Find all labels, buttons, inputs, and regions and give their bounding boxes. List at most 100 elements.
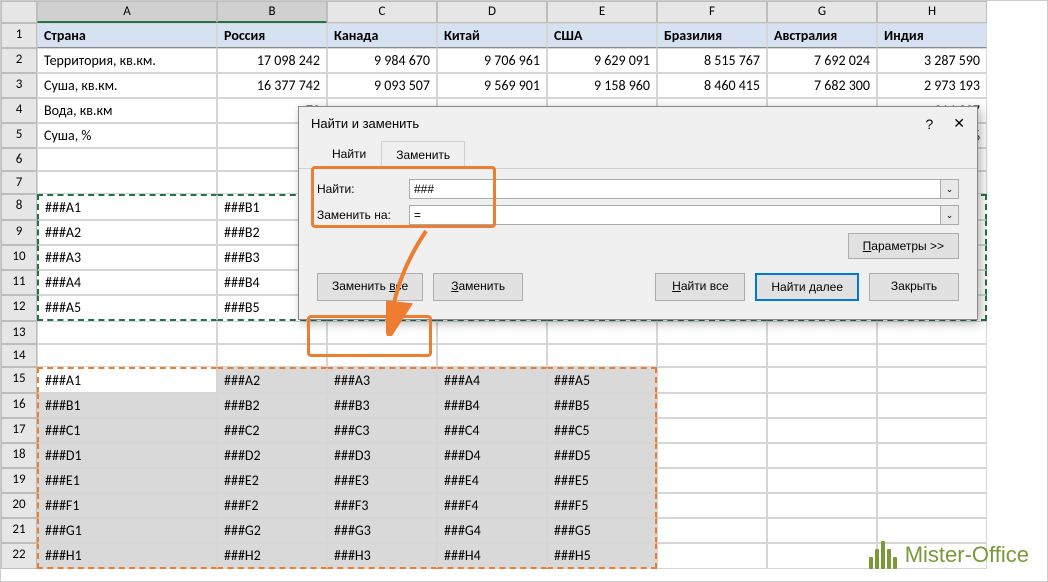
cell-B18[interactable]: ###D2 — [217, 443, 327, 468]
cell-F19[interactable] — [657, 468, 767, 493]
cell-A2[interactable]: Территория, кв.км. — [37, 48, 217, 73]
cell-G1[interactable]: Австралия — [767, 23, 877, 48]
tab-replace[interactable]: Заменить — [381, 141, 465, 169]
col-header-G[interactable]: G — [767, 1, 877, 23]
cell-A17[interactable]: ###C1 — [37, 418, 217, 443]
row-header-22[interactable]: 22 — [1, 543, 37, 569]
cell-E16[interactable]: ###B5 — [547, 393, 657, 418]
close-icon[interactable]: ✕ — [953, 115, 965, 132]
cell-F18[interactable] — [657, 443, 767, 468]
cell-H21[interactable] — [877, 518, 987, 543]
cell-C2[interactable]: 9 984 670 — [327, 48, 437, 73]
cell-A7[interactable] — [37, 171, 217, 194]
row-header-7[interactable]: 7 — [1, 171, 37, 194]
cell-H2[interactable]: 3 287 590 — [877, 48, 987, 73]
find-dropdown-icon[interactable]: ⌄ — [941, 179, 959, 199]
cell-E3[interactable]: 9 158 960 — [547, 73, 657, 98]
cell-D18[interactable]: ###D4 — [437, 443, 547, 468]
col-header-C[interactable]: C — [327, 1, 437, 23]
cell-B3[interactable]: 16 377 742 — [217, 73, 327, 98]
cell-C22[interactable]: ###H3 — [327, 543, 437, 569]
cell-E18[interactable]: ###D5 — [547, 443, 657, 468]
replace-dropdown-icon[interactable]: ⌄ — [941, 205, 959, 225]
cell-H17[interactable] — [877, 418, 987, 443]
cell-A1[interactable]: Страна — [37, 23, 217, 48]
cell-C17[interactable]: ###C3 — [327, 418, 437, 443]
cell-C15[interactable]: ###A3 — [327, 367, 437, 393]
cell-D21[interactable]: ###G4 — [437, 518, 547, 543]
cell-A18[interactable]: ###D1 — [37, 443, 217, 468]
row-header-13[interactable]: 13 — [1, 321, 37, 344]
cell-A3[interactable]: Суша, кв.км. — [37, 73, 217, 98]
cell-F3[interactable]: 8 460 415 — [657, 73, 767, 98]
cell-A11[interactable]: ###A4 — [37, 270, 217, 295]
row-header-16[interactable]: 16 — [1, 393, 37, 418]
row-header-18[interactable]: 18 — [1, 443, 37, 468]
help-button[interactable]: ? — [925, 116, 933, 132]
cell-D1[interactable]: Китай — [437, 23, 547, 48]
col-header-B[interactable]: B — [217, 1, 327, 23]
row-header-4[interactable]: 4 — [1, 98, 37, 123]
cell-A19[interactable]: ###E1 — [37, 468, 217, 493]
row-header-15[interactable]: 15 — [1, 367, 37, 393]
row-header-1[interactable]: 1 — [1, 23, 37, 48]
cell-G3[interactable]: 7 682 300 — [767, 73, 877, 98]
cell-F22[interactable] — [657, 543, 767, 569]
cell-A10[interactable]: ###A3 — [37, 245, 217, 270]
cell-D17[interactable]: ###C4 — [437, 418, 547, 443]
cell-E14[interactable] — [547, 344, 657, 367]
row-header-5[interactable]: 5 — [1, 123, 37, 148]
col-header-D[interactable]: D — [437, 1, 547, 23]
cell-H19[interactable] — [877, 468, 987, 493]
tab-find[interactable]: Найти — [317, 140, 381, 168]
cell-F17[interactable] — [657, 418, 767, 443]
cell-E17[interactable]: ###C5 — [547, 418, 657, 443]
row-header-20[interactable]: 20 — [1, 493, 37, 518]
row-header-2[interactable]: 2 — [1, 48, 37, 73]
cell-F1[interactable]: Бразилия — [657, 23, 767, 48]
find-input[interactable] — [409, 179, 941, 199]
cell-B20[interactable]: ###F2 — [217, 493, 327, 518]
cell-A5[interactable]: Суша, % — [37, 123, 217, 148]
cell-E21[interactable]: ###G5 — [547, 518, 657, 543]
cell-A14[interactable] — [37, 344, 217, 367]
cell-G14[interactable] — [767, 344, 877, 367]
cell-B17[interactable]: ###C2 — [217, 418, 327, 443]
row-header-12[interactable]: 12 — [1, 295, 37, 321]
cell-C21[interactable]: ###G3 — [327, 518, 437, 543]
cell-G22[interactable] — [767, 543, 877, 569]
cell-A16[interactable]: ###B1 — [37, 393, 217, 418]
find-all-button[interactable]: Найти все — [655, 273, 745, 301]
cell-G16[interactable] — [767, 393, 877, 418]
cell-F20[interactable] — [657, 493, 767, 518]
cell-F2[interactable]: 8 515 767 — [657, 48, 767, 73]
cell-H15[interactable] — [877, 367, 987, 393]
replace-button[interactable]: Заменить — [433, 273, 523, 301]
row-header-8[interactable]: 8 — [1, 194, 37, 220]
cell-C14[interactable] — [327, 344, 437, 367]
col-header-A[interactable]: A — [37, 1, 217, 23]
cell-B14[interactable] — [217, 344, 327, 367]
cell-D13[interactable] — [437, 321, 547, 344]
row-header-17[interactable]: 17 — [1, 418, 37, 443]
cell-B2[interactable]: 17 098 242 — [217, 48, 327, 73]
cell-E22[interactable]: ###H5 — [547, 543, 657, 569]
cell-D15[interactable]: ###A4 — [437, 367, 547, 393]
cell-B16[interactable]: ###B2 — [217, 393, 327, 418]
col-header-E[interactable]: E — [547, 1, 657, 23]
cell-G15[interactable] — [767, 367, 877, 393]
cell-D16[interactable]: ###B4 — [437, 393, 547, 418]
replace-input[interactable] — [409, 205, 941, 225]
cell-H20[interactable] — [877, 493, 987, 518]
row-header-19[interactable]: 19 — [1, 468, 37, 493]
cell-A4[interactable]: Вода, кв.км — [37, 98, 217, 123]
row-header-6[interactable]: 6 — [1, 148, 37, 171]
cell-F21[interactable] — [657, 518, 767, 543]
close-button[interactable]: Закрыть — [869, 273, 959, 301]
cell-B1[interactable]: Россия — [217, 23, 327, 48]
cell-D19[interactable]: ###E4 — [437, 468, 547, 493]
cell-G19[interactable] — [767, 468, 877, 493]
cell-A15[interactable]: ###A1 — [37, 367, 217, 393]
cell-D14[interactable] — [437, 344, 547, 367]
find-next-button[interactable]: Найти далее — [755, 273, 859, 301]
